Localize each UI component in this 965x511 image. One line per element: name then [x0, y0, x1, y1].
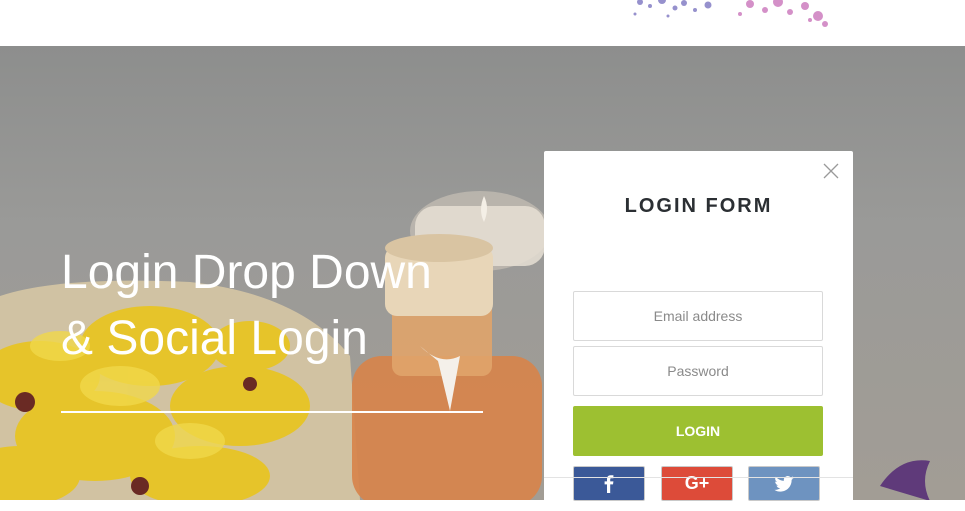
- email-input[interactable]: [573, 291, 823, 341]
- password-input[interactable]: [573, 346, 823, 396]
- login-button[interactable]: LOGIN: [573, 406, 823, 456]
- hero-headline: Login Drop Down & Social Login: [61, 240, 432, 372]
- twitter-login-button[interactable]: [748, 466, 820, 501]
- top-header: [0, 0, 965, 46]
- hero-headline-line2: & Social Login: [61, 312, 368, 365]
- close-button[interactable]: [823, 163, 839, 179]
- facebook-login-button[interactable]: [573, 466, 645, 501]
- login-form-title: LOGIN FORM: [624, 195, 773, 217]
- google-plus-login-button[interactable]: G+: [661, 466, 733, 501]
- card-divider: [544, 477, 853, 478]
- hero-headline-line1: Login Drop Down: [61, 246, 432, 299]
- headline-underline: [61, 411, 483, 413]
- login-card: LOGIN FORM LOGIN G+: [544, 151, 853, 511]
- close-icon: [823, 163, 839, 179]
- watercolor-splash-decoration: [633, 0, 828, 27]
